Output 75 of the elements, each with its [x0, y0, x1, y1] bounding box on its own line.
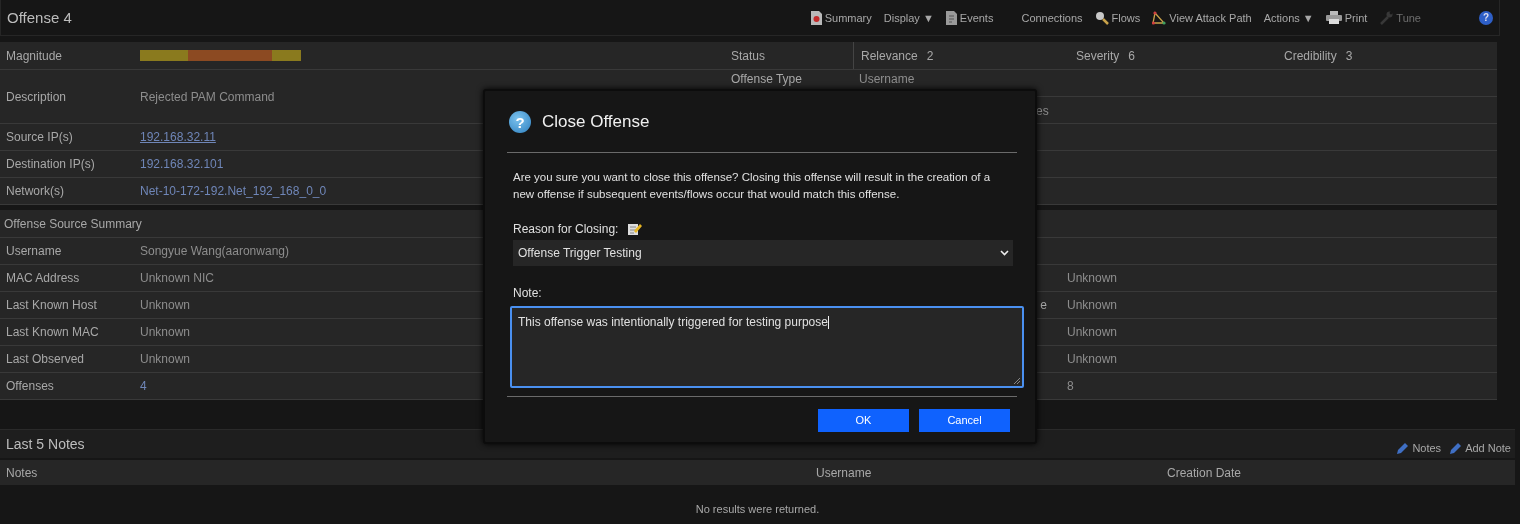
offenses-link[interactable]: 4: [140, 379, 147, 393]
column-header: Creation Date: [1166, 465, 1243, 480]
rating-value: 3: [1345, 48, 1353, 63]
field-label: Last Known Host: [5, 298, 98, 312]
field-label: Note:: [513, 286, 542, 300]
dialog-message: Are you sure you want to close this offense? Closing this offense will result in the creation of a new offense if subsequent events/flows occur that would match this offense.: [513, 170, 992, 202]
notes-button[interactable]: Notes: [1392, 441, 1446, 455]
field-label: Last Known MAC: [5, 325, 100, 339]
dialog-button[interactable]: Cancel: [919, 409, 1010, 432]
field-label: Magnitude: [5, 48, 64, 63]
field-label: Username: [5, 244, 63, 258]
rating-label: Relevance: [861, 48, 918, 63]
field-value: Rejected PAM Command: [140, 90, 276, 104]
field-label: Description: [5, 90, 68, 104]
field-value: Unknown: [1067, 325, 1118, 339]
toolbar-button[interactable]: Print: [1319, 11, 1374, 24]
ip-link[interactable]: Net-10-172-192.Net_192_168_0_0: [140, 184, 327, 198]
field-label: Offense Type: [730, 72, 802, 86]
toolbar-button[interactable]: View Attack Path: [1146, 10, 1258, 25]
field-value: Unknown: [1067, 298, 1118, 312]
page-title: Offense 4: [6, 9, 73, 26]
toolbar-button[interactable]: Connections: [1015, 11, 1089, 24]
field-value: Unknown: [140, 325, 191, 339]
field-label: Offenses: [5, 379, 55, 393]
field-value: Unknown NIC: [140, 271, 215, 285]
notes-button[interactable]: Add Note: [1445, 441, 1515, 455]
printer-icon: [1325, 11, 1342, 24]
field-value: 8: [1067, 379, 1074, 393]
pencil-icon: [1396, 441, 1410, 455]
pencil-icon: [1449, 441, 1463, 455]
note-field[interactable]: This offense was intentionally triggered for testing purpose: [510, 306, 1024, 388]
field-value: Unknown: [1067, 352, 1118, 366]
field-label: Source IP(s): [5, 130, 74, 144]
dialog-button[interactable]: OK: [818, 409, 909, 432]
column-header: Username: [815, 465, 873, 480]
ip-link[interactable]: 192.168.32.11: [140, 130, 216, 144]
field-label: Status: [730, 48, 767, 63]
dialog-title: Close Offense: [542, 112, 650, 132]
rating-value: 6: [1128, 48, 1136, 63]
column-header: Notes: [5, 465, 39, 480]
empty-message: No results were returned.: [695, 503, 820, 515]
document-icon: [810, 10, 822, 25]
rating-label: Credibility: [1284, 48, 1337, 63]
field-label: Reason for Closing:: [513, 221, 619, 236]
toolbar-button[interactable]: Summary: [804, 10, 878, 25]
help-icon: ?: [509, 111, 531, 133]
field-label: Destination IP(s): [5, 157, 96, 171]
toolbar-button[interactable]: Flows: [1088, 10, 1147, 25]
rating-value: 2: [926, 48, 934, 63]
help-icon[interactable]: ?: [1479, 10, 1493, 25]
field-value: Unknown: [140, 298, 191, 312]
reason-dropdown[interactable]: Offense Trigger Testing: [513, 240, 1013, 266]
field-value: Unknown: [1067, 271, 1118, 285]
chevron-down-icon: [1000, 250, 1009, 256]
notepad-pencil-icon: [628, 222, 643, 235]
section-title: Last 5 Notes: [5, 436, 85, 452]
field-label: Network(s): [5, 184, 65, 198]
document-icon: [945, 10, 957, 25]
field-label: Last Observed: [5, 352, 86, 366]
field-label: MAC Address: [5, 271, 81, 285]
toolbar-button[interactable]: Display ▼: [877, 11, 940, 24]
toolbar-button[interactable]: Events: [939, 10, 1000, 25]
field-value: Songyue Wang(aaronwang): [140, 244, 289, 258]
ip-link[interactable]: 192.168.32.101: [140, 157, 224, 171]
rating-label: Severity: [1076, 48, 1120, 63]
magnifier-icon: [1094, 10, 1109, 25]
field-value: es: [1036, 103, 1049, 118]
resize-grip-icon: [1013, 377, 1021, 385]
toolbar-button[interactable]: Actions ▼: [1257, 11, 1320, 24]
triangle-path-icon: [1152, 10, 1167, 25]
field-label: e: [1040, 298, 1047, 312]
field-value: Unknown: [140, 352, 191, 366]
section-title: Offense Source Summary: [3, 216, 142, 231]
wrench-icon: [1379, 10, 1394, 25]
field-value: Username: [859, 72, 915, 86]
